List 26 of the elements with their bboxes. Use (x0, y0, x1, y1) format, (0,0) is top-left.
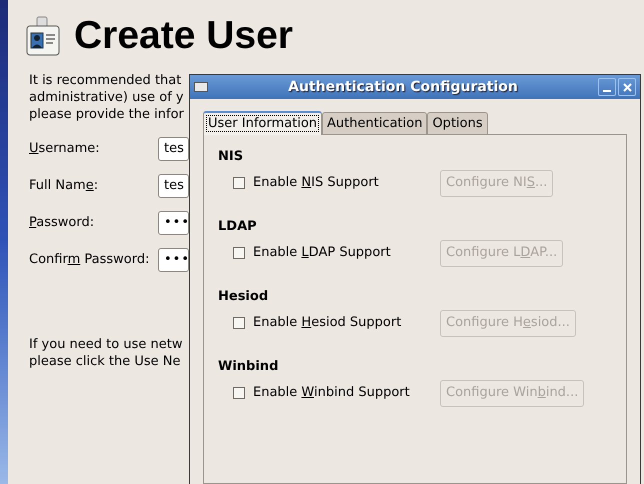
intro-text: please provide the infor (29, 106, 185, 123)
checkbox-label: Enable LDAP Support (253, 244, 392, 262)
checkbox-label: Enable Winbind Support (253, 384, 411, 402)
network-text: If you need to use netw (29, 336, 184, 353)
section-heading: NIS (218, 149, 244, 165)
checkbox-label: Enable Hesiod Support (253, 314, 402, 332)
intro-text: administrative) use of y (29, 89, 185, 106)
intro-text: It is recommended that (29, 72, 182, 89)
input-field[interactable]: tes (158, 137, 189, 161)
page-title: Create User (74, 14, 293, 58)
tab[interactable]: Authentication (322, 112, 428, 134)
window-title: Authentication Configuration (287, 78, 519, 96)
checkbox-label: Enable NIS Support (253, 174, 380, 192)
password-field[interactable]: ••• (158, 211, 189, 235)
section-heading: Hesiod (218, 289, 270, 305)
tab[interactable]: Options (427, 112, 488, 134)
section-heading: Winbind (218, 359, 280, 375)
tab[interactable]: User Information (203, 111, 322, 135)
input-field[interactable]: tes (158, 174, 189, 198)
section-heading: LDAP (218, 219, 258, 235)
network-text: please click the Use Ne (29, 353, 182, 370)
field-label: Password: (29, 214, 96, 232)
password-field[interactable]: ••• (158, 248, 189, 272)
field-label: Username: (29, 140, 101, 158)
field-label: Confirm Password: (29, 251, 150, 270)
field-label: Full Name: (29, 177, 100, 196)
